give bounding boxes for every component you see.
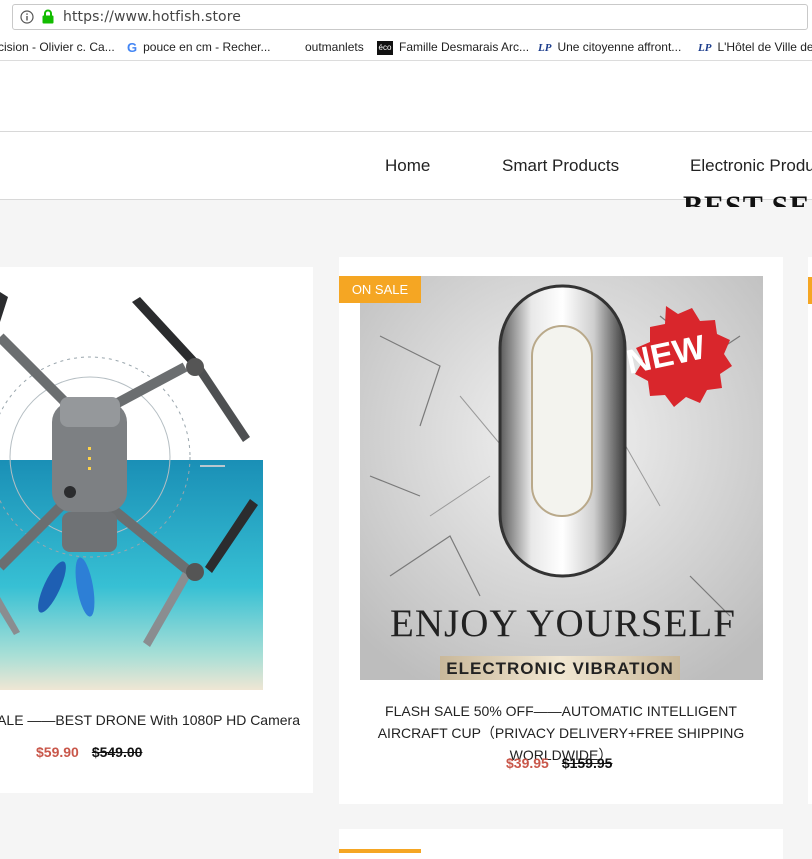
bookmark-item[interactable]: cision - Olivier c. Ca... xyxy=(0,39,115,55)
nav-item-smart-products[interactable]: Smart Products xyxy=(502,156,619,176)
nav-item-home[interactable]: Home xyxy=(385,156,430,176)
bookmark-label: L'Hôtel de Ville de xyxy=(717,40,812,54)
info-icon[interactable] xyxy=(20,10,34,24)
eco-icon: éco xyxy=(377,40,393,55)
url-text[interactable]: https://www.hotfish.store xyxy=(63,9,241,25)
lock-icon[interactable] xyxy=(42,9,54,24)
google-icon: G xyxy=(127,39,138,55)
bookmarks-bar: cision - Olivier c. Ca... Gpouce en cm -… xyxy=(0,35,812,61)
product-image[interactable]: NEW ENJOY YOURSELF ELECTRONIC VIBRATION xyxy=(360,276,763,680)
original-price: $549.00 xyxy=(91,744,143,760)
section-title: BEST SE xyxy=(683,190,811,207)
url-field[interactable]: https://www.hotfish.store xyxy=(12,4,808,30)
original-price: $159.95 xyxy=(561,755,613,771)
bookmark-item[interactable]: LP Une citoyenne affront... xyxy=(538,39,681,55)
product-card[interactable]: ON SALE NEW ENJOY YOURSELF ELECTRONIC VI… xyxy=(339,257,783,804)
bookmark-item[interactable]: Gpouce en cm - Recher... xyxy=(127,39,271,55)
lp-icon: LP xyxy=(538,41,552,54)
address-bar: https://www.hotfish.store xyxy=(0,0,812,36)
lp-icon: LP xyxy=(698,41,712,54)
product-card[interactable] xyxy=(808,257,812,804)
product-card[interactable]: ALE ——BEST DRONE With 1080P HD Camera $5… xyxy=(0,267,313,793)
on-sale-badge xyxy=(339,849,421,853)
nav-item-electronic-products[interactable]: Electronic Produ xyxy=(690,156,812,176)
product-image[interactable] xyxy=(0,267,263,690)
bookmark-label: Une citoyenne affront... xyxy=(557,40,682,54)
bookmark-item[interactable]: éco Famille Desmarais Arc... xyxy=(377,39,529,55)
bookmark-label: outmanlets xyxy=(305,40,364,54)
product-card[interactable] xyxy=(339,829,783,859)
on-sale-badge: ON SALE xyxy=(339,276,421,303)
on-sale-badge xyxy=(808,277,812,304)
image-subline: ELECTRONIC VIBRATION xyxy=(446,659,673,678)
sale-price: $39.95 xyxy=(506,755,549,771)
bookmark-label: pouce en cm - Recher... xyxy=(143,40,271,54)
site-header xyxy=(0,61,812,131)
bookmark-label: Famille Desmarais Arc... xyxy=(399,40,530,54)
bookmark-item[interactable]: LP L'Hôtel de Ville de xyxy=(698,39,812,55)
price-row: $59.90 $549.00 xyxy=(36,744,142,760)
price-row: $39.95 $159.95 xyxy=(506,755,612,771)
bookmark-label: cision - Olivier c. Ca... xyxy=(0,40,115,54)
image-headline: ENJOY YOURSELF xyxy=(390,602,736,645)
sale-price: $59.90 xyxy=(36,744,79,760)
product-title[interactable]: ALE ——BEST DRONE With 1080P HD Camera xyxy=(0,709,300,731)
bookmark-item[interactable]: outmanlets xyxy=(305,39,364,55)
